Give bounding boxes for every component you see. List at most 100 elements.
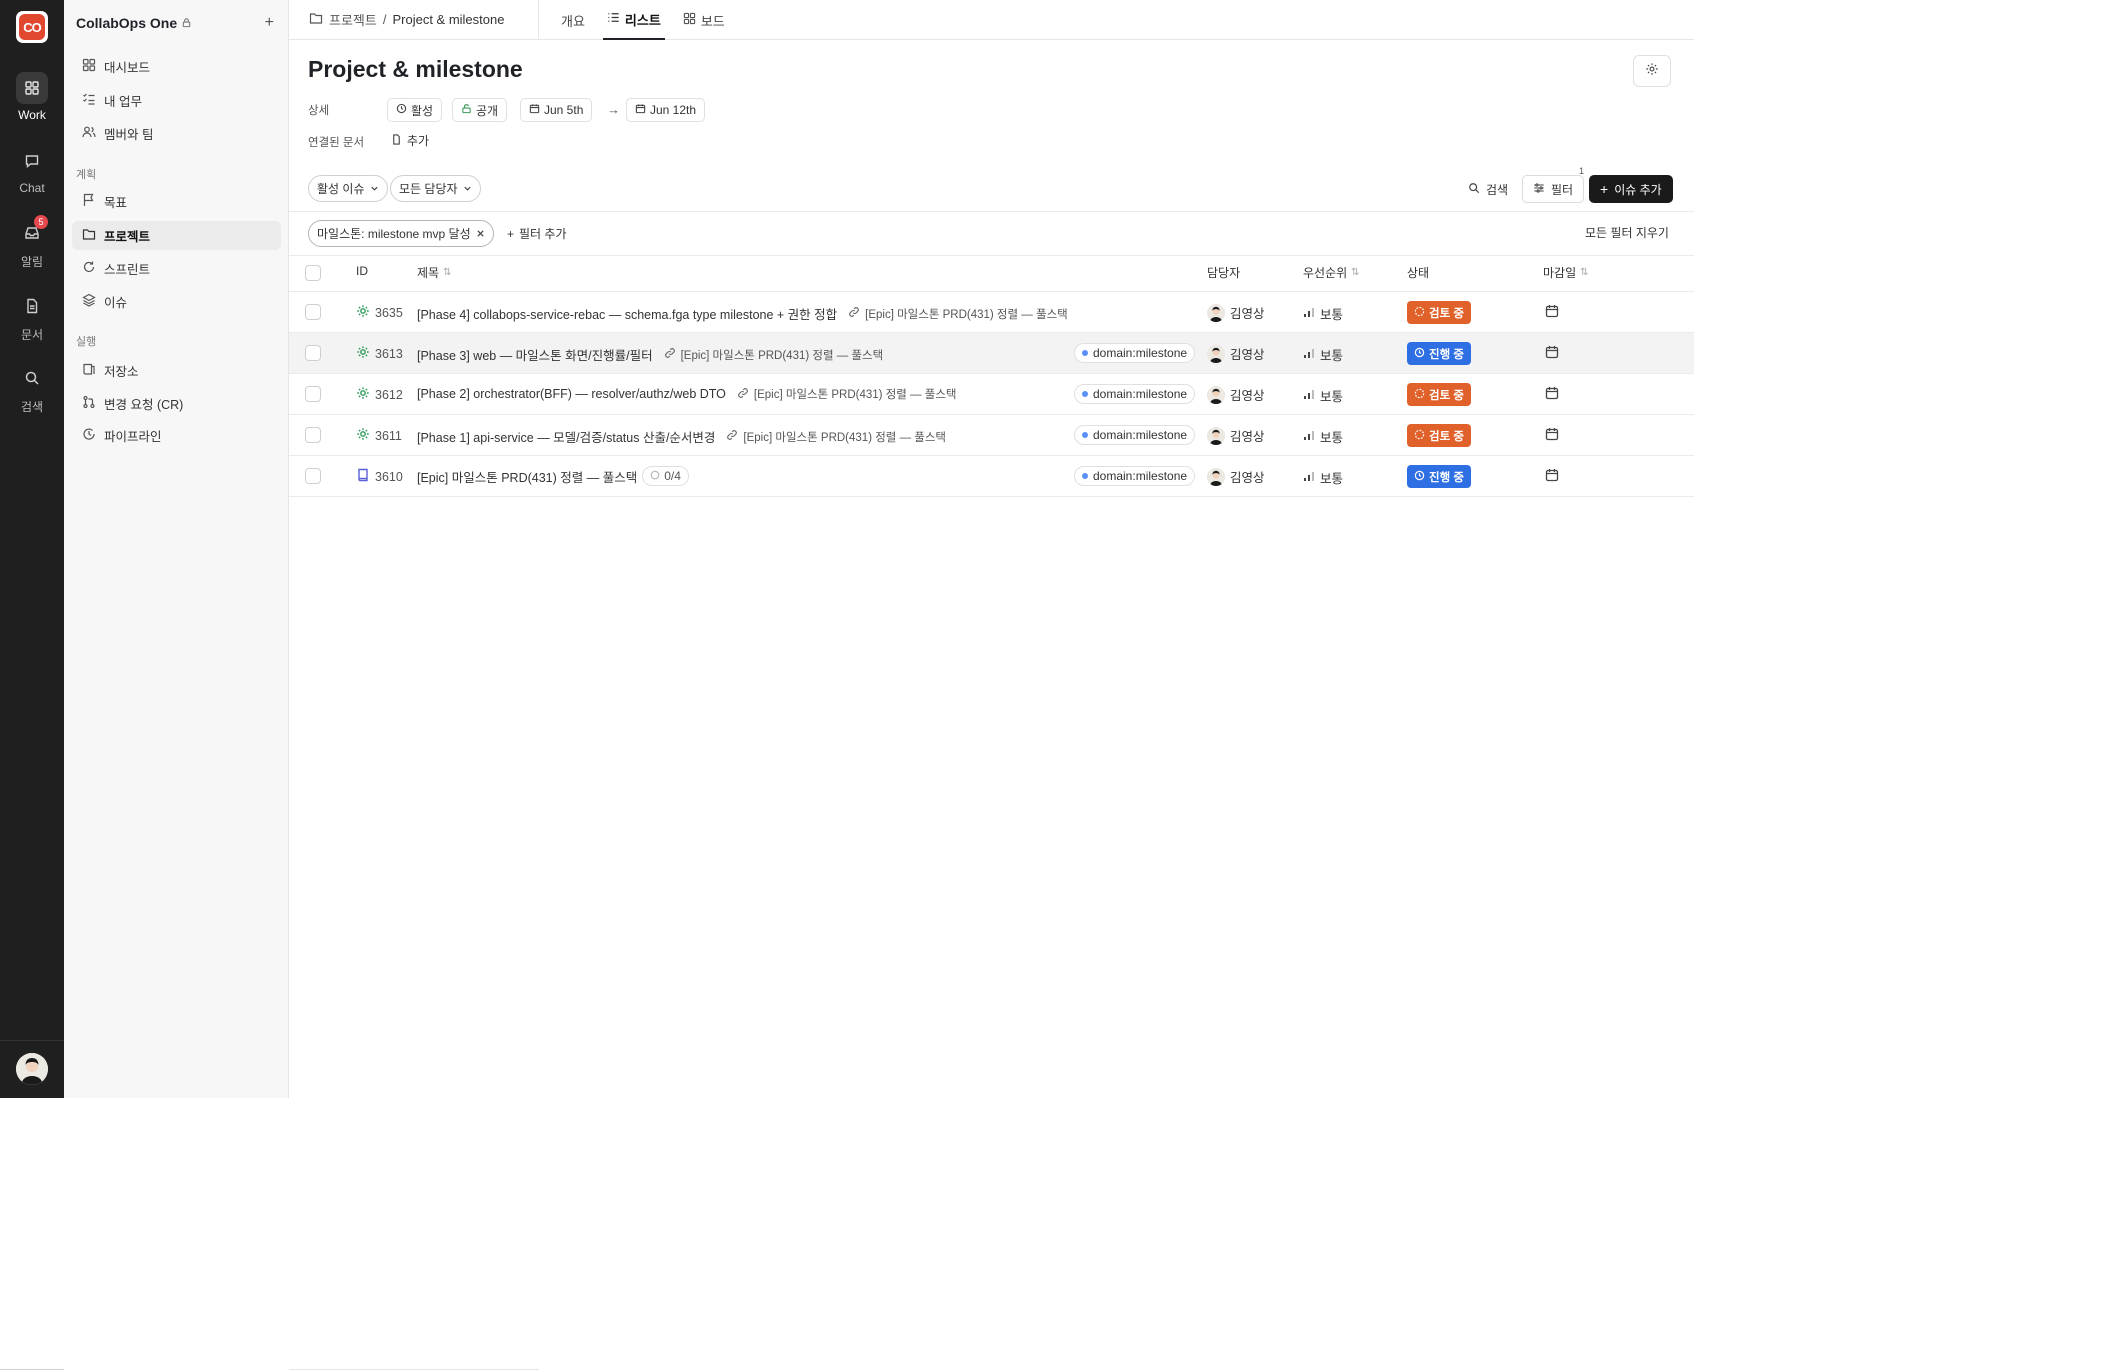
assignee-cell[interactable]: 김영상 [1207, 344, 1265, 363]
sidebar-item-label: 대시보드 [104, 61, 151, 75]
visibility-chip[interactable]: 공개 [452, 98, 508, 122]
column-header-title[interactable]: 제목 ⇅ [417, 264, 451, 281]
row-checkbox[interactable] [305, 345, 321, 361]
assignee-dropdown[interactable]: 모든 담당자 [390, 175, 481, 202]
label-chip[interactable]: domain:milestone [1074, 466, 1196, 486]
column-header-id[interactable]: ID [356, 264, 368, 278]
assignee-cell[interactable]: 김영상 [1207, 303, 1265, 322]
parent-epic-link[interactable]: [Epic] 마일스톤 PRD(431) 정렬 — 풀스택 [754, 386, 957, 402]
rail-item-search[interactable]: 검색 [0, 362, 64, 415]
priority-cell[interactable]: 보통 [1303, 427, 1343, 446]
issue-title-cell[interactable]: [Phase 1] api-service — 모델/검증/status 산출/… [417, 427, 946, 446]
add-linked-doc[interactable]: 추가 [391, 132, 429, 149]
assignee-cell[interactable]: 김영상 [1207, 426, 1265, 445]
clear-filters-button[interactable]: 모든 필터 지우기 [1585, 224, 1669, 241]
due-date-cell[interactable] [1545, 304, 1559, 321]
sidebar-item-issues[interactable]: 이슈 [72, 287, 281, 316]
sidebar-item-pipelines[interactable]: 파이프라인 [72, 421, 281, 450]
document-icon [16, 290, 48, 322]
add-issue-button[interactable]: + 이슈 추가 [1589, 175, 1673, 203]
project-status-chip[interactable]: 활성 [387, 98, 443, 122]
rail-item-chat[interactable]: Chat [0, 145, 64, 195]
issue-title-cell[interactable]: [Epic] 마일스톤 PRD(431) 정렬 — 풀스택 0/4 [417, 466, 689, 486]
due-date-cell[interactable] [1545, 468, 1559, 485]
due-date-cell[interactable] [1545, 386, 1559, 403]
sidebar-item-members[interactable]: 멤버와 팀 [72, 119, 281, 148]
priority-cell[interactable]: 보통 [1303, 345, 1343, 364]
status-badge[interactable]: 진행 중 [1407, 342, 1471, 365]
add-icon[interactable]: + [265, 14, 274, 32]
label-chip[interactable]: domain:milestone [1074, 384, 1196, 404]
column-header-priority[interactable]: 우선순위 ⇅ [1303, 264, 1360, 281]
status-badge[interactable]: 검토 중 [1407, 301, 1471, 324]
breadcrumb-current[interactable]: Project & milestone [392, 12, 504, 27]
filter-button[interactable]: 필터 [1522, 175, 1585, 203]
sidebar-item-sprints[interactable]: 스프린트 [72, 254, 281, 283]
task-list-icon [82, 92, 96, 109]
close-icon[interactable] [476, 227, 485, 241]
sidebar-item-change-requests[interactable]: 변경 요청 (CR) [72, 389, 281, 418]
add-filter-button[interactable]: + 필터 추가 [507, 225, 567, 242]
user-avatar[interactable] [16, 1053, 48, 1085]
review-icon [1414, 388, 1425, 402]
sidebar-item-goals[interactable]: 목표 [72, 187, 281, 216]
divider [289, 255, 1694, 256]
assignee-cell[interactable]: 김영상 [1207, 385, 1265, 404]
end-date-chip[interactable]: Jun 12th [626, 98, 706, 122]
tab-overview[interactable]: 개요 [557, 0, 589, 40]
sidebar-item-repositories[interactable]: 저장소 [72, 356, 281, 385]
row-checkbox[interactable] [305, 468, 321, 484]
section-label-plan: 계획 [76, 169, 97, 181]
issue-title-cell[interactable]: [Phase 4] collabops-service-rebac — sche… [417, 304, 1068, 323]
parent-epic-link[interactable]: [Epic] 마일스톤 PRD(431) 정렬 — 풀스택 [743, 429, 946, 445]
parent-epic-link[interactable]: [Epic] 마일스톤 PRD(431) 정렬 — 풀스택 [681, 347, 884, 363]
due-date-cell[interactable] [1545, 427, 1559, 444]
status-badge[interactable]: 검토 중 [1407, 424, 1471, 447]
rail-item-work[interactable]: Work [0, 72, 64, 122]
parent-epic-link[interactable]: [Epic] 마일스톤 PRD(431) 정렬 — 풀스택 [865, 306, 1068, 322]
priority-cell[interactable]: 보통 [1303, 468, 1343, 487]
status-badge[interactable]: 진행 중 [1407, 465, 1471, 488]
rail-label: 검색 [20, 400, 44, 414]
header-label: 제목 [417, 266, 440, 280]
table-row[interactable]: 3611 [Phase 1] api-service — 모델/검증/statu… [289, 415, 1694, 456]
app-logo[interactable]: CO [16, 11, 48, 43]
issue-title-cell[interactable]: [Phase 2] orchestrator(BFF) — resolver/a… [417, 386, 957, 402]
table-row[interactable]: 3635 [Phase 4] collabops-service-rebac —… [289, 292, 1694, 333]
row-checkbox[interactable] [305, 427, 321, 443]
start-date-chip[interactable]: Jun 5th [520, 98, 593, 122]
column-header-status[interactable]: 상태 [1407, 264, 1429, 281]
assignee-cell[interactable]: 김영상 [1207, 467, 1265, 486]
breadcrumb-projects[interactable]: 프로젝트 [329, 10, 377, 29]
settings-button[interactable] [1633, 55, 1671, 87]
status-badge[interactable]: 검토 중 [1407, 383, 1471, 406]
label-chip[interactable]: domain:milestone [1074, 425, 1196, 445]
row-checkbox[interactable] [305, 304, 321, 320]
column-header-assignee[interactable]: 담당자 [1207, 264, 1240, 281]
column-header-due[interactable]: 마감일 ⇅ [1543, 264, 1589, 281]
priority-cell[interactable]: 보통 [1303, 386, 1343, 405]
table-row[interactable]: 3612 [Phase 2] orchestrator(BFF) — resol… [289, 374, 1694, 415]
rail-item-docs[interactable]: 문서 [0, 290, 64, 343]
app-window: CO Work Chat 5 알림 문서 검색 CollabOps One + … [0, 0, 1694, 1098]
sidebar-item-my-tasks[interactable]: 내 업무 [72, 86, 281, 115]
active-filter-chip[interactable]: 마일스톤: milestone mvp 달성 [308, 220, 494, 247]
issue-title-cell[interactable]: [Phase 3] web — 마일스톤 화면/진행률/필터 [Epic] 마일… [417, 345, 883, 364]
priority-cell[interactable]: 보통 [1303, 304, 1343, 323]
workspace-switcher[interactable]: CollabOps One [76, 15, 192, 31]
active-issues-dropdown[interactable]: 활성 이슈 [308, 175, 388, 202]
row-checkbox[interactable] [305, 386, 321, 402]
issue-title: [Epic] 마일스톤 PRD(431) 정렬 — 풀스택 [417, 470, 638, 485]
select-all-checkbox[interactable] [305, 265, 321, 281]
notification-badge: 5 [34, 215, 48, 229]
rail-item-notifications[interactable]: 5 알림 [0, 215, 64, 270]
search-button[interactable]: 검색 [1457, 175, 1520, 203]
sidebar-item-projects[interactable]: 프로젝트 [72, 221, 281, 250]
due-date-cell[interactable] [1545, 345, 1559, 362]
table-row[interactable]: 3610 [Epic] 마일스톤 PRD(431) 정렬 — 풀스택 0/4 d… [289, 456, 1694, 497]
tab-list[interactable]: 리스트 [602, 0, 665, 40]
table-row[interactable]: 3613 [Phase 3] web — 마일스톤 화면/진행률/필터 [Epi… [289, 333, 1694, 374]
tab-board[interactable]: 보드 [679, 0, 729, 40]
label-chip[interactable]: domain:milestone [1074, 343, 1196, 363]
sidebar-item-dashboard[interactable]: 대시보드 [72, 52, 281, 81]
